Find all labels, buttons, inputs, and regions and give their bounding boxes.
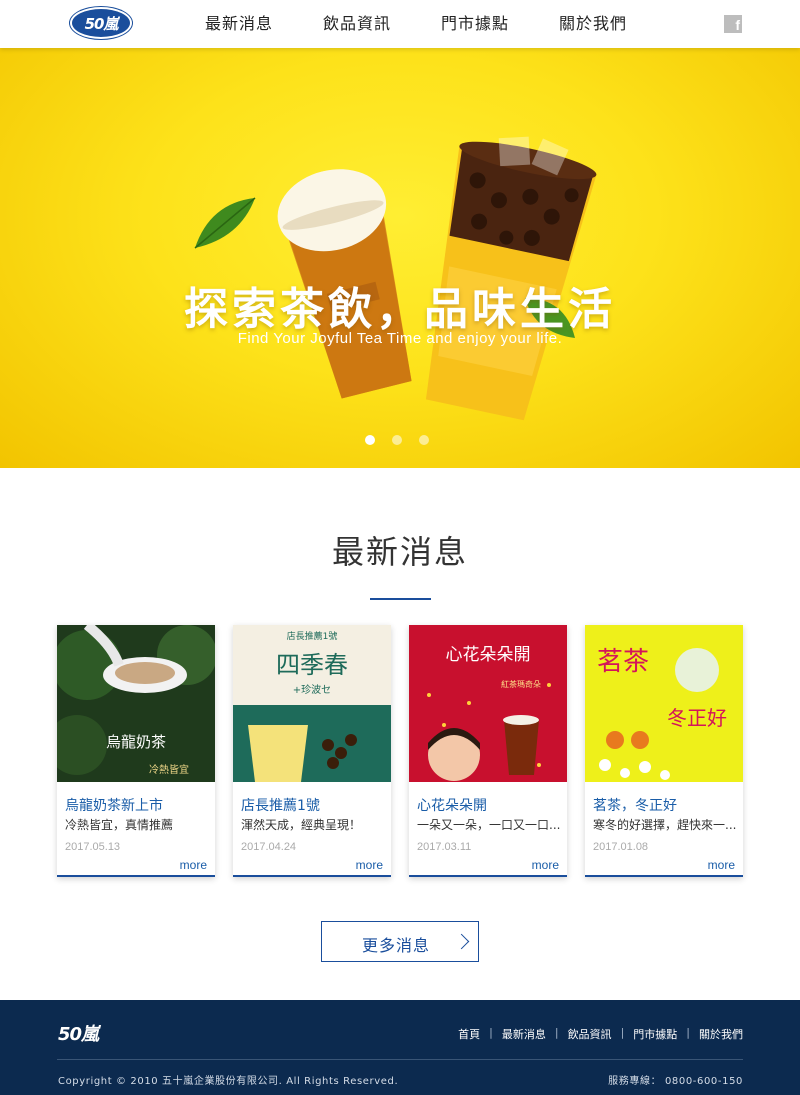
footer-link-separator: | [489,1026,493,1039]
footer-link-separator: | [686,1026,690,1039]
news-section-title: 最新消息 [331,533,468,571]
carousel-dot-1[interactable] [365,435,375,445]
footer-link-separator: | [554,1026,559,1039]
carousel-dot-2[interactable] [392,435,402,445]
footer-link-drinks[interactable]: 飲品資訊 [568,1026,612,1042]
site-footer: 50嵐 首頁 | 最新消息 | 飲品資訊 | 門市據點 | 關於我們 Copyr… [0,1000,800,1095]
nav-item-about[interactable]: 關於我們 [534,0,652,48]
card-date: 2017.04.24 [241,841,297,853]
four-seasons-tea-image: 店長推薦1號 四季春 +珍波セ [233,625,391,782]
card-date: 2017.03.11 [417,841,472,853]
facebook-icon[interactable]: f [724,15,742,33]
copyright-text: Copyright © 2010 五十嵐企業股份有限公司. All Rights… [58,1076,399,1087]
card-more-link[interactable]: more [356,858,383,872]
nav-item-stores[interactable]: 門市據點 [416,0,534,48]
more-news-label: 更多消息 [362,938,431,955]
card-title: 心花朵朵開 [417,798,487,814]
hero-banner[interactable]: 探索茶飲，品味生活 Find Your Joyful Tea Time and … [0,48,800,468]
heart-flower-tea-image: 心花朵朵開 紅茶瑪奇朵 [409,625,567,782]
card-image-subcaption: 冷熱皆宜 [149,763,189,776]
card-title: 店長推薦1號 [241,798,320,814]
hero-title: 探索茶飲，品味生活 [184,284,616,335]
brand-logo[interactable]: 50嵐 [70,7,132,39]
card-more-link[interactable]: more [708,858,735,872]
news-card-list: 烏龍奶茶 冷熱皆宜 烏龍奶茶新上市 冷熱皆宜，真情推薦 2017.05.13 m… [57,625,743,877]
card-description: 一朵又一朵，一口又一口... [417,818,561,832]
service-hotline: 服務專線： 0800-600-150 [608,1076,743,1087]
news-card[interactable]: 烏龍奶茶 冷熱皆宜 烏龍奶茶新上市 冷熱皆宜，真情推薦 2017.05.13 m… [57,625,215,877]
site-header: 50嵐 最新消息 飲品資訊 門市據點 關於我們 f [0,0,800,48]
footer-logo[interactable]: 50嵐 [58,1020,99,1046]
oolong-milk-tea-image: 烏龍奶茶 冷熱皆宜 [57,625,215,782]
winter-tea-image: 茗茶 冬正好 [585,625,743,782]
card-image-caption: 烏龍奶茶 [106,733,166,751]
chevron-right-icon [453,933,470,950]
card-image-caption: 心花朵朵開 [446,645,531,665]
card-image-caption: 四季春 [276,651,348,679]
nav-item-drinks[interactable]: 飲品資訊 [298,0,416,48]
footer-link-about[interactable]: 關於我們 [699,1026,743,1042]
footer-divider [57,1059,743,1060]
tea-leaf-icon [194,197,256,249]
card-more-link[interactable]: more [180,858,207,872]
card-description: 寒冬的好選擇，趕快來一... [593,818,737,832]
footer-nav: 首頁 | 最新消息 | 飲品資訊 | 門市據點 | 關於我們 [458,1026,743,1042]
nav-item-news[interactable]: 最新消息 [180,0,298,48]
card-description: 冷熱皆宜，真情推薦 [65,818,174,832]
card-image-caption: 茗茶 [597,647,649,677]
more-news-button[interactable]: 更多消息 [321,921,479,962]
footer-link-stores[interactable]: 門市據點 [633,1026,677,1042]
tapioca-tea-cup-image [425,136,597,421]
main-nav: 最新消息 飲品資訊 門市據點 關於我們 [180,0,652,48]
card-image-subcaption: 冬正好 [667,706,727,730]
title-underline [370,598,431,600]
carousel-dots [365,435,429,445]
news-card[interactable]: 茗茶 冬正好 茗茶，冬正好 寒冬的好選擇，趕快來一... 2017.01.08 … [585,625,743,877]
footer-link-news[interactable]: 最新消息 [502,1026,546,1042]
carousel-dot-3[interactable] [419,435,429,445]
hero-subtitle: Find Your Joyful Tea Time and enjoy your… [237,330,563,347]
footer-link-separator: | [620,1026,625,1039]
card-title: 茗茶，冬正好 [593,798,677,814]
card-image-topline: 店長推薦1號 [287,630,338,642]
card-title: 烏龍奶茶新上市 [65,798,163,814]
card-more-link[interactable]: more [532,858,559,872]
card-description: 渾然天成，經典呈現！ [241,818,362,832]
news-card[interactable]: 店長推薦1號 四季春 +珍波セ 店長推薦1號 渾然天成，經典呈現！ 2017.0… [233,625,391,877]
card-image-subcaption: 紅茶瑪奇朵 [501,679,541,689]
news-card[interactable]: 心花朵朵開 紅茶瑪奇朵 心花朵朵開 一朵又一朵，一口又一口... 2017.03… [409,625,567,877]
footer-link-home[interactable]: 首頁 [458,1026,480,1042]
card-date: 2017.05.13 [65,841,121,853]
card-image-subcaption: +珍波セ [293,683,331,696]
card-date: 2017.01.08 [593,841,649,853]
